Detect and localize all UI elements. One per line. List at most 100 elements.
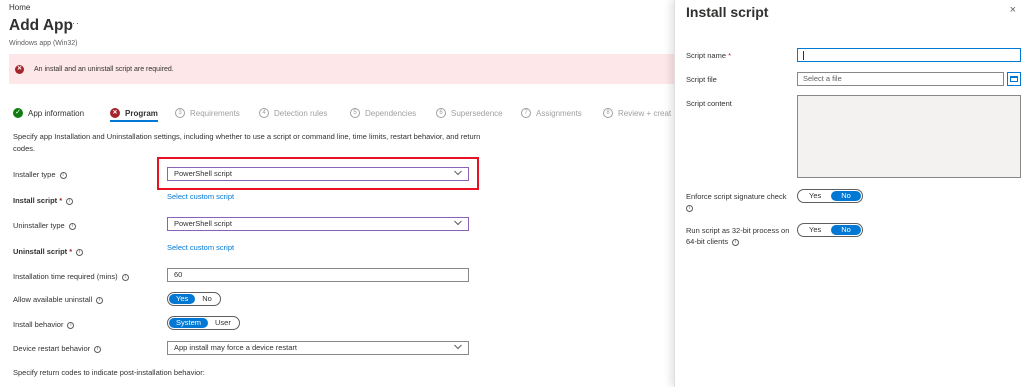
toggle-no[interactable]: No — [831, 191, 861, 201]
step-label: Program — [125, 108, 158, 118]
step-complete-icon: ✓ — [13, 108, 23, 118]
installer-type-label: Installer type i — [13, 170, 67, 179]
step-review-create[interactable]: 8 Review + creat — [603, 108, 671, 118]
step-app-information[interactable]: ✓ App information — [13, 108, 84, 118]
toggle-system[interactable]: System — [169, 318, 209, 328]
label-text: Allow available uninstall — [13, 295, 93, 304]
toggle-no[interactable]: No — [831, 225, 861, 235]
required-marker: * — [59, 196, 63, 205]
dropdown-value: PowerShell script — [174, 219, 232, 228]
label-text: Uninstaller type — [13, 221, 65, 230]
select-uninstall-script-link[interactable]: Select custom script — [167, 243, 234, 252]
toggle-no[interactable]: No — [195, 294, 219, 304]
install-time-input[interactable]: 60 — [167, 268, 469, 282]
more-options-icon[interactable]: ··· — [68, 18, 80, 28]
step-label: Review + creat — [618, 108, 672, 118]
info-icon[interactable]: i — [96, 296, 104, 304]
chevron-down-icon — [454, 170, 462, 176]
step-number: 8 — [603, 108, 613, 118]
script-name-input[interactable] — [797, 48, 1021, 62]
required-marker: * — [728, 51, 732, 60]
step-detection-rules[interactable]: 4 Detection rules — [259, 108, 327, 118]
error-message: An install and an uninstall script are r… — [34, 66, 174, 73]
install-script-label: Install script * i — [13, 196, 74, 205]
script-file-input[interactable]: Select a file — [797, 72, 1004, 86]
install-time-label: Installation time required (mins) i — [13, 272, 129, 281]
toggle-user[interactable]: User — [208, 318, 238, 328]
select-install-script-link[interactable]: Select custom script — [167, 192, 234, 201]
info-icon[interactable]: i — [732, 238, 740, 246]
script-content-label: Script content — [686, 99, 732, 108]
label-text: Install behavior — [13, 320, 64, 329]
error-banner: ✕ An install and an uninstall script are… — [9, 54, 674, 84]
return-codes-text: Specify return codes to indicate post-in… — [13, 368, 205, 377]
text-cursor — [803, 50, 804, 60]
enforce-signature-label: Enforce script signature check i — [686, 191, 794, 213]
step-number: 7 — [521, 108, 531, 118]
label-text: Installer type — [13, 170, 56, 179]
label-text: Device restart behavior — [13, 344, 91, 353]
run-32bit-label: Run script as 32-bit process on 64-bit c… — [686, 225, 794, 247]
wizard-steps: ✓ App information ✕ Program 3 Requiremen… — [13, 108, 674, 122]
info-icon[interactable]: i — [121, 273, 129, 281]
installer-type-dropdown[interactable]: PowerShell script — [167, 167, 469, 181]
restart-behavior-label: Device restart behavior i — [13, 344, 102, 353]
toggle-yes[interactable]: Yes — [169, 294, 196, 304]
error-icon: ✕ — [15, 65, 24, 74]
step-number: 6 — [436, 108, 446, 118]
program-description: Specify app Installation and Uninstallat… — [13, 132, 481, 153]
label-text: Uninstall script — [13, 247, 68, 256]
uninstaller-type-label: Uninstaller type i — [13, 221, 76, 230]
step-number: 5 — [350, 108, 360, 118]
close-icon[interactable]: × — [1010, 4, 1016, 16]
step-label: Supersedence — [451, 108, 503, 118]
install-behavior-label: Install behavior i — [13, 320, 75, 329]
page-subtitle: Windows app (Win32) — [9, 40, 78, 47]
uninstaller-type-dropdown[interactable]: PowerShell script — [167, 217, 469, 231]
step-label: Assignments — [536, 108, 582, 118]
main-page: Home Add App ··· Windows app (Win32) ✕ A… — [0, 0, 674, 387]
panel-title: Install script — [686, 4, 769, 20]
info-icon[interactable]: i — [59, 171, 67, 179]
step-requirements[interactable]: 3 Requirements — [175, 108, 240, 118]
step-label: Requirements — [190, 108, 240, 118]
step-assignments[interactable]: 7 Assignments — [521, 108, 582, 118]
run-32bit-toggle[interactable]: Yes No — [797, 223, 863, 237]
step-supersedence[interactable]: 6 Supersedence — [436, 108, 503, 118]
page-title: Add App — [9, 17, 73, 34]
step-number: 3 — [175, 108, 185, 118]
enforce-signature-toggle[interactable]: Yes No — [797, 189, 863, 203]
step-error-icon: ✕ — [110, 108, 120, 118]
allow-uninstall-toggle[interactable]: Yes No — [167, 292, 221, 306]
chevron-down-icon — [454, 220, 462, 226]
script-content-textarea[interactable] — [797, 95, 1021, 178]
info-icon[interactable]: i — [68, 222, 76, 230]
toggle-yes[interactable]: Yes — [799, 225, 831, 235]
dropdown-value: App install may force a device restart — [174, 343, 297, 352]
step-program[interactable]: ✕ Program — [110, 108, 158, 122]
script-file-label: Script file — [686, 75, 717, 84]
info-icon[interactable]: i — [67, 321, 75, 329]
install-behavior-toggle[interactable]: System User — [167, 316, 240, 330]
info-icon[interactable]: i — [76, 248, 84, 256]
step-label: Dependencies — [365, 108, 417, 118]
label-text: Install script — [13, 196, 58, 205]
breadcrumb-home[interactable]: Home — [9, 3, 30, 12]
dropdown-value: PowerShell script — [174, 169, 232, 178]
uninstall-script-label: Uninstall script * i — [13, 247, 84, 256]
chevron-down-icon — [454, 344, 462, 350]
label-text: Script name — [686, 51, 727, 60]
info-icon[interactable]: i — [66, 197, 74, 205]
toggle-yes[interactable]: Yes — [799, 191, 831, 201]
step-dependencies[interactable]: 5 Dependencies — [350, 108, 416, 118]
required-marker: * — [69, 247, 73, 256]
label-text: Installation time required (mins) — [13, 272, 118, 281]
info-icon[interactable]: i — [94, 345, 102, 353]
restart-behavior-dropdown[interactable]: App install may force a device restart — [167, 341, 469, 355]
label-text: Enforce script signature check — [686, 192, 787, 201]
step-label: Detection rules — [274, 108, 328, 118]
browse-file-button[interactable] — [1007, 72, 1021, 86]
step-number: 4 — [259, 108, 269, 118]
folder-icon — [1010, 76, 1018, 82]
info-icon[interactable]: i — [686, 204, 693, 212]
